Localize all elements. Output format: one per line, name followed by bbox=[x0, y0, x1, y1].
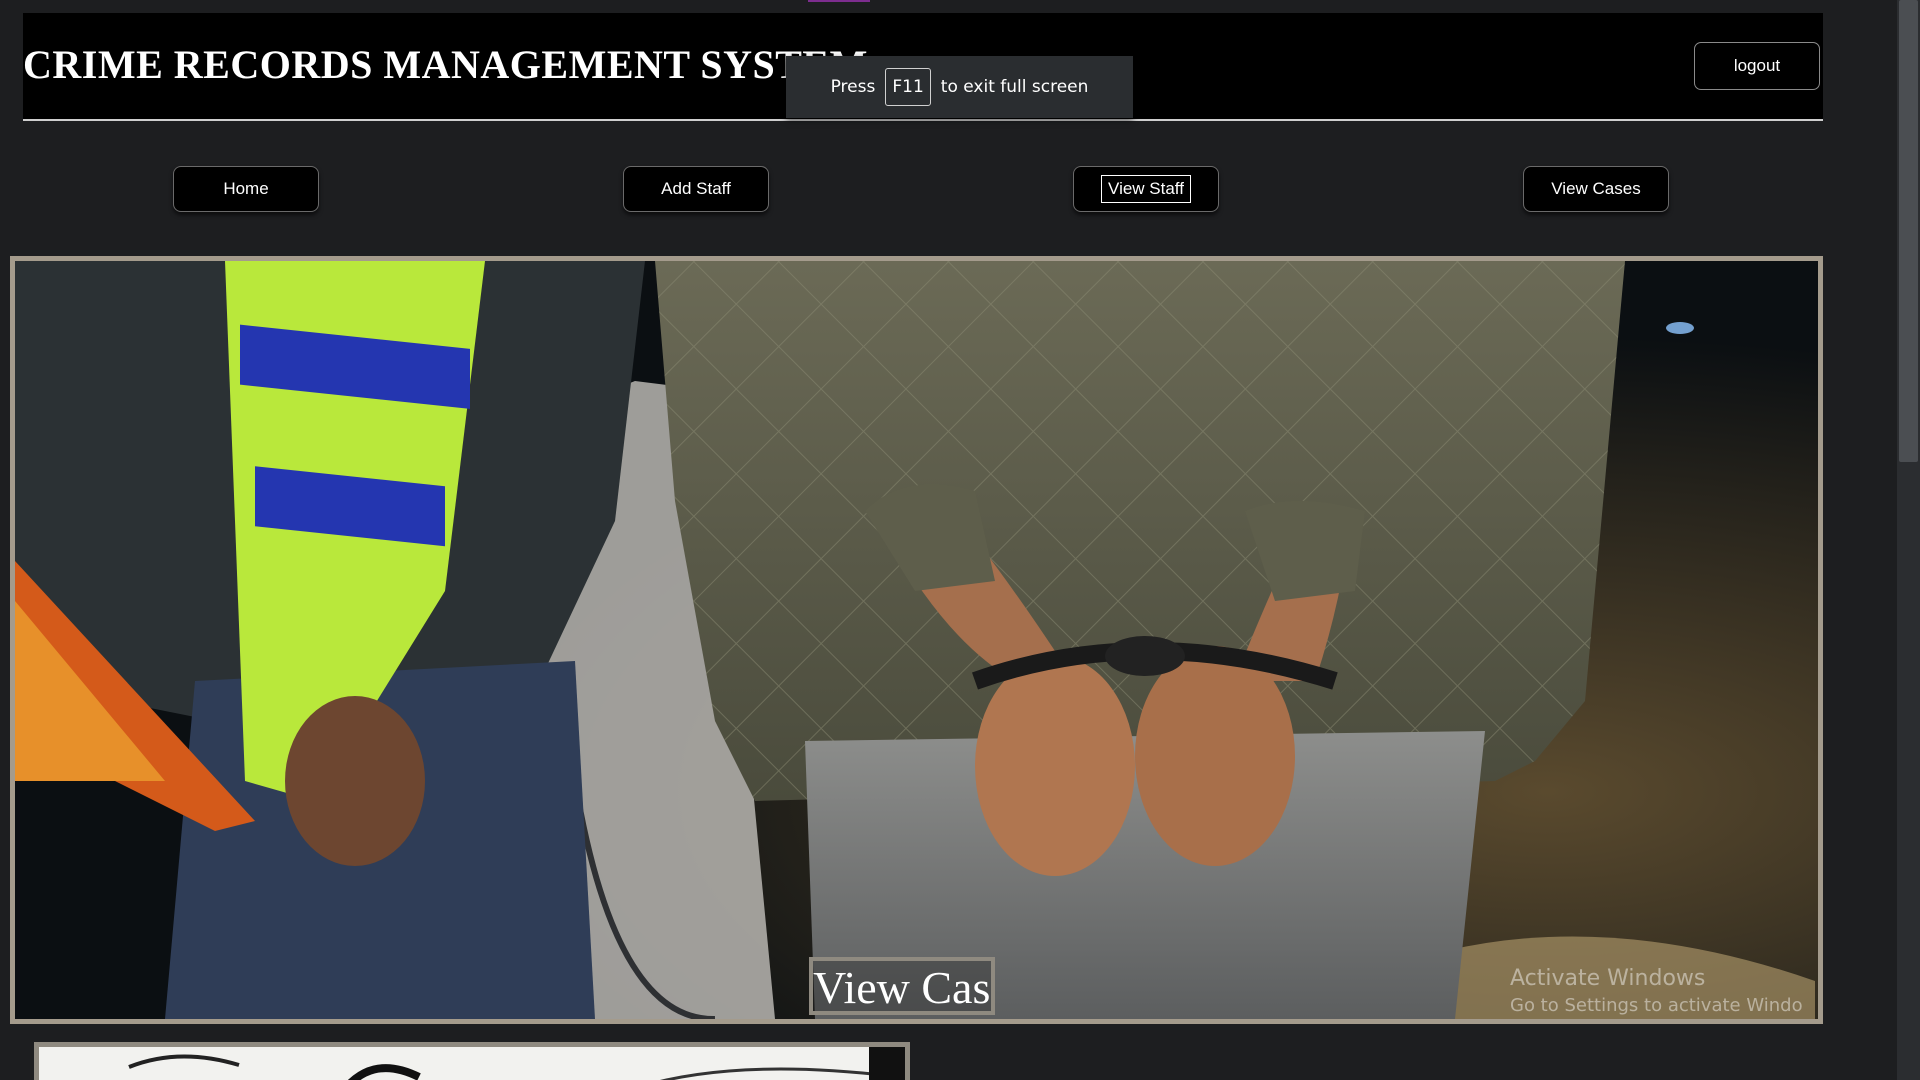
page-scrollbar-thumb[interactable] bbox=[1899, 0, 1918, 462]
fullscreen-notice-prefix: Press bbox=[830, 77, 876, 97]
logout-button[interactable]: logout bbox=[1694, 42, 1820, 90]
app-title: CRIME RECORDS MANAGEMENT SYSTEM bbox=[23, 42, 868, 87]
handcuffed-person-photo bbox=[15, 261, 1818, 1019]
second-feature-card[interactable] bbox=[34, 1042, 910, 1080]
nav-add-staff-label: Add Staff bbox=[661, 179, 731, 198]
view-cases-caption[interactable]: View Cases bbox=[809, 957, 995, 1015]
fullscreen-key: F11 bbox=[885, 68, 931, 106]
nav-home-button[interactable]: Home bbox=[173, 166, 319, 212]
nav-home-label: Home bbox=[223, 179, 269, 198]
nav-view-staff-button[interactable]: View Staff bbox=[1073, 166, 1219, 212]
nav-view-staff-label: View Staff bbox=[1101, 175, 1191, 203]
fullscreen-notice: Press F11 to exit full screen bbox=[786, 56, 1133, 118]
nav-add-staff-button[interactable]: Add Staff bbox=[623, 166, 769, 212]
view-cases-card[interactable]: View Cases bbox=[10, 256, 1823, 1024]
second-card-image bbox=[39, 1047, 905, 1080]
page: CRIME RECORDS MANAGEMENT SYSTEM logout P… bbox=[0, 0, 1920, 1080]
nav-view-cases-button[interactable]: View Cases bbox=[1523, 166, 1669, 212]
fullscreen-notice-suffix: to exit full screen bbox=[940, 77, 1089, 97]
top-accent-bar bbox=[808, 0, 870, 2]
nav-view-cases-label: View Cases bbox=[1551, 179, 1641, 198]
